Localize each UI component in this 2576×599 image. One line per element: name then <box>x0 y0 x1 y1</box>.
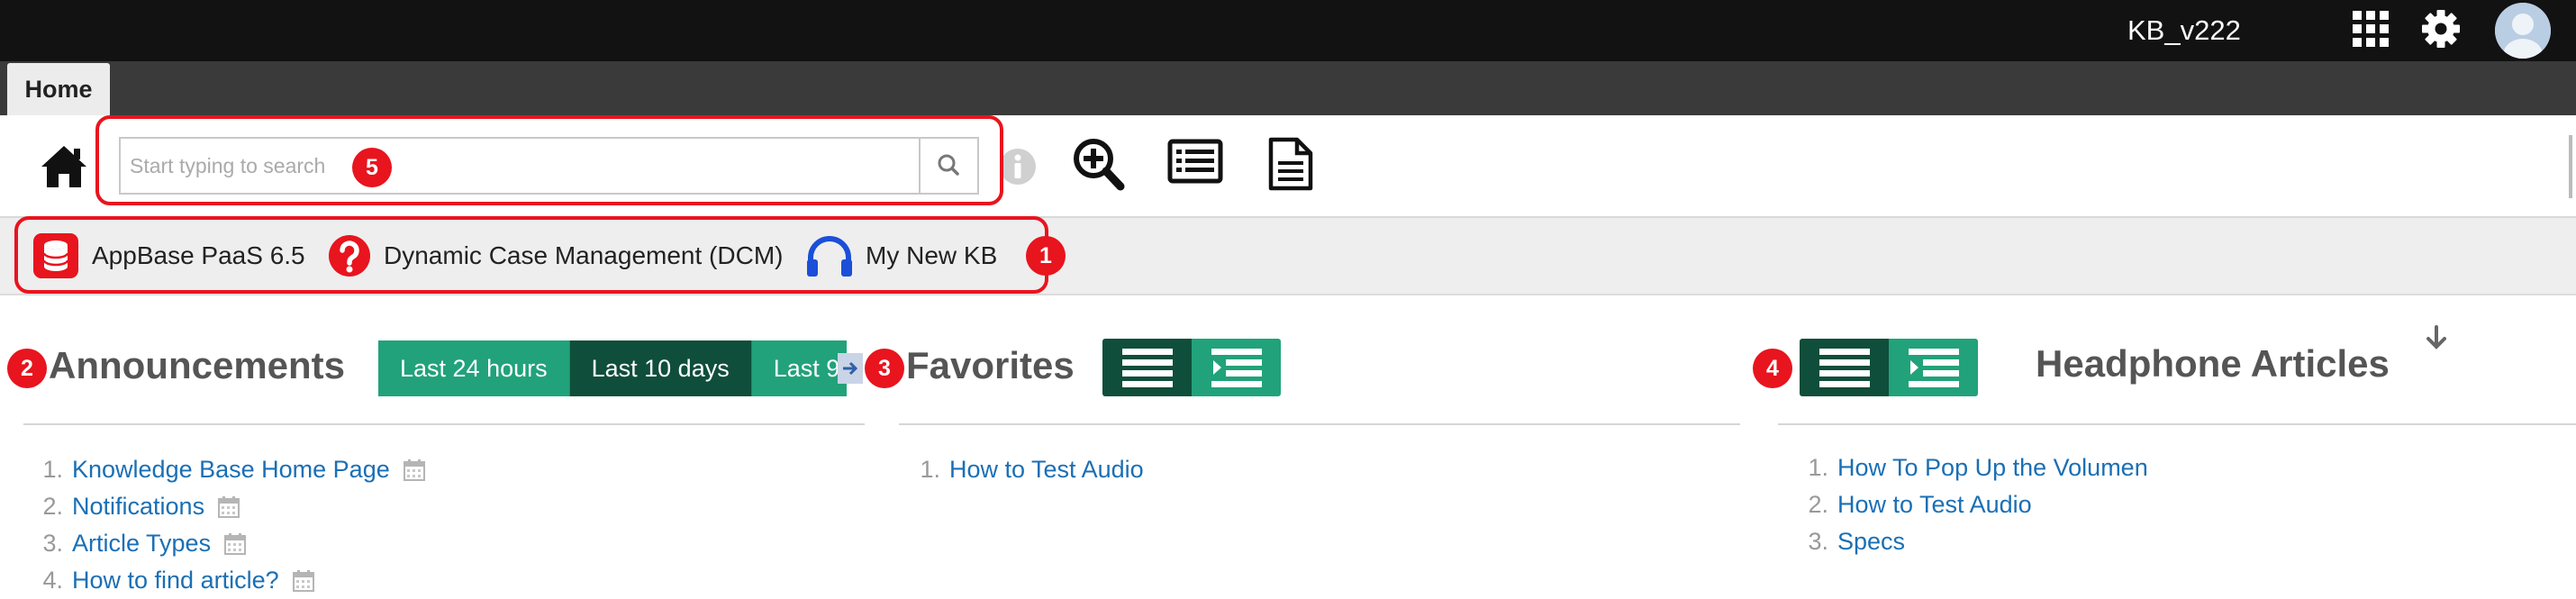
article-link[interactable]: Knowledge Base Home Page <box>72 456 390 484</box>
info-icon[interactable] <box>998 147 1038 186</box>
arrow-right-icon <box>843 361 858 376</box>
announcements-list: 1. Knowledge Base Home Page 2. Notificat… <box>32 451 426 599</box>
list-item: 4. How to find article? <box>32 562 426 599</box>
apps-grid-icon[interactable] <box>2353 11 2389 47</box>
annotation-badge-headphone: 4 <box>1753 349 1792 388</box>
tab-bar <box>0 61 2576 115</box>
filter-last-9[interactable]: Last 9 <box>751 340 847 396</box>
list-view-button[interactable] <box>1102 339 1192 396</box>
list-item: 1. How To Pop Up the Volumen <box>1808 454 2148 482</box>
article-link[interactable]: How to Test Audio <box>1837 491 2032 519</box>
list-item: 3. Article Types <box>32 525 426 562</box>
list-item: 1. Knowledge Base Home Page <box>32 451 426 488</box>
list-item: 1. How to Test Audio <box>920 456 1144 484</box>
list-item: 2. How to Test Audio <box>1808 491 2032 519</box>
calendar-icon[interactable] <box>223 532 247 556</box>
favorites-divider <box>899 423 1740 425</box>
calendar-icon[interactable] <box>217 495 240 519</box>
list-item: 3. Specs <box>1808 528 1906 556</box>
article-link[interactable]: Notifications <box>72 493 204 521</box>
announcements-title: Announcements <box>49 344 346 386</box>
home-icon[interactable] <box>40 144 88 189</box>
annotation-badge-search: 5 <box>352 148 392 187</box>
indented-view-button[interactable] <box>1889 339 1978 396</box>
calendar-icon[interactable] <box>292 569 315 593</box>
announcements-divider <box>23 423 865 425</box>
list-item: 2. Notifications <box>32 488 426 525</box>
annotation-box-search <box>95 115 1003 205</box>
favorites-list: 1. How to Test Audio <box>910 451 1144 488</box>
advanced-search-icon[interactable] <box>1072 137 1126 193</box>
headphone-list: 1. How To Pop Up the Volumen 2. How to T… <box>1798 449 2148 560</box>
document-icon[interactable] <box>1266 137 1315 191</box>
annotation-box-kb-bar <box>14 216 1048 294</box>
list-view-button[interactable] <box>1800 339 1889 396</box>
app-title: KB_v222 <box>2127 14 2241 46</box>
headphone-view-toggle <box>1800 339 1978 396</box>
list-icon <box>1121 349 1173 387</box>
favorites-view-toggle <box>1102 339 1281 396</box>
article-link[interactable]: How to find article? <box>72 567 279 594</box>
list-icon <box>1819 349 1870 387</box>
annotation-badge-kb-bar: 1 <box>1026 236 1066 276</box>
indent-list-icon <box>1908 349 1959 387</box>
headphone-articles-title: Headphone Articles <box>2036 342 2390 385</box>
article-link[interactable]: Article Types <box>72 530 211 558</box>
indent-list-icon <box>1211 349 1262 387</box>
filter-last-24-hours[interactable]: Last 24 hours <box>378 340 570 396</box>
indented-view-button[interactable] <box>1192 339 1281 396</box>
list-view-icon[interactable] <box>1167 139 1223 184</box>
headphone-divider <box>1778 423 2576 425</box>
annotation-badge-announcements: 2 <box>7 349 47 388</box>
tab-home[interactable]: Home <box>7 63 110 115</box>
article-link[interactable]: How to Test Audio <box>949 456 1144 484</box>
article-link[interactable]: Specs <box>1837 528 1905 556</box>
filter-scroll-right-button[interactable] <box>838 353 863 384</box>
toolbar-edge-handle <box>2569 135 2572 198</box>
filter-last-10-days[interactable]: Last 10 days <box>569 340 752 396</box>
arrow-down-icon[interactable] <box>2423 324 2450 351</box>
gear-icon[interactable] <box>2421 9 2461 49</box>
favorites-title: Favorites <box>906 344 1075 386</box>
user-avatar[interactable] <box>2495 3 2551 59</box>
annotation-badge-favorites: 3 <box>865 349 904 388</box>
article-link[interactable]: How To Pop Up the Volumen <box>1837 454 2148 482</box>
announcement-filter-group: Last 24 hours Last 10 days Last 9 <box>378 340 847 396</box>
calendar-icon[interactable] <box>403 458 426 482</box>
